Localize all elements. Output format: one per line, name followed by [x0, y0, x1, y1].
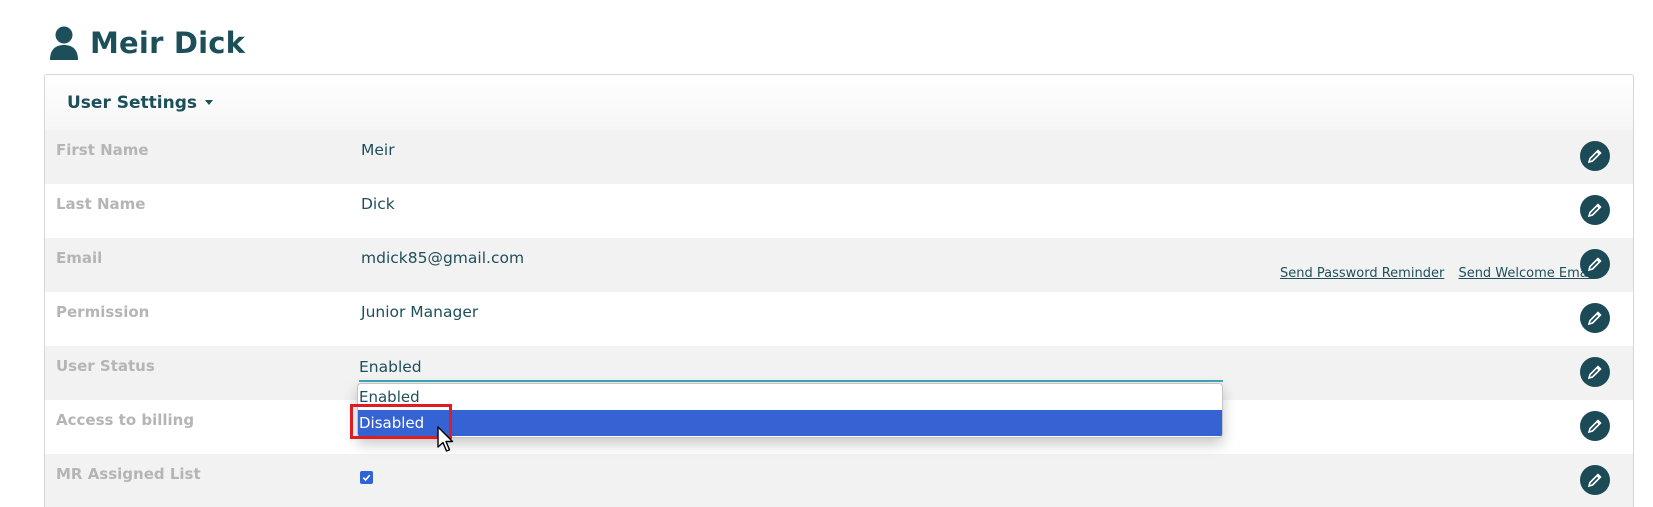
row-label: Email — [56, 249, 103, 267]
page-title: Meir Dick — [90, 26, 246, 60]
edit-first-name-button[interactable] — [1580, 141, 1610, 171]
edit-access-to-billing-button[interactable] — [1580, 411, 1610, 441]
edit-user-status-button[interactable] — [1580, 357, 1610, 387]
pencil-icon — [1587, 203, 1602, 218]
pencil-icon — [1587, 473, 1602, 488]
row-label: Last Name — [56, 195, 146, 213]
row-label: Access to billing — [56, 411, 195, 429]
edit-mr-assigned-list-button[interactable] — [1580, 465, 1610, 495]
page-header: Meir Dick — [48, 22, 245, 64]
row-mr-assigned-list: MR Assigned List — [45, 454, 1633, 507]
row-value: Junior Manager — [361, 303, 479, 321]
mr-assigned-list-checkbox[interactable] — [360, 471, 373, 484]
pencil-icon — [1587, 311, 1602, 326]
row-permission: Permission Junior Manager — [45, 292, 1633, 346]
user-status-dropdown-list: Enabled Disabled — [357, 383, 1223, 438]
row-label: MR Assigned List — [56, 465, 201, 483]
email-links: Send Password Reminder Send Welcome Emai… — [1280, 266, 1605, 281]
user-icon — [48, 25, 80, 61]
row-value: Meir — [361, 141, 395, 159]
send-welcome-email-link[interactable]: Send Welcome Email — [1458, 266, 1595, 281]
user-settings-panel: User Settings First Name Meir Last Name … — [44, 74, 1634, 507]
row-value: mdick85@gmail.com — [361, 249, 525, 267]
row-value: Dick — [361, 195, 395, 213]
edit-email-button[interactable] — [1580, 249, 1610, 279]
send-password-reminder-link[interactable]: Send Password Reminder — [1280, 266, 1444, 281]
edit-last-name-button[interactable] — [1580, 195, 1610, 225]
mouse-pointer-icon — [437, 426, 454, 452]
row-email: Email mdick85@gmail.com Send Password Re… — [45, 238, 1633, 292]
edit-permission-button[interactable] — [1580, 303, 1610, 333]
caret-down-icon — [205, 100, 213, 105]
pencil-icon — [1587, 257, 1602, 272]
row-last-name: Last Name Dick — [45, 184, 1633, 238]
dropdown-option-enabled[interactable]: Enabled — [358, 384, 1222, 410]
row-label: User Status — [56, 357, 155, 375]
row-label: Permission — [56, 303, 150, 321]
row-label: First Name — [56, 141, 149, 159]
user-status-select[interactable]: Enabled — [359, 354, 1223, 382]
pencil-icon — [1587, 149, 1602, 164]
dropdown-option-disabled[interactable]: Disabled — [358, 410, 1222, 436]
pencil-icon — [1587, 419, 1602, 434]
checkmark-icon — [362, 474, 371, 482]
user-settings-dropdown-toggle[interactable]: User Settings — [45, 75, 1633, 132]
panel-heading-label: User Settings — [67, 92, 197, 113]
pencil-icon — [1587, 365, 1602, 380]
row-first-name: First Name Meir — [45, 130, 1633, 184]
